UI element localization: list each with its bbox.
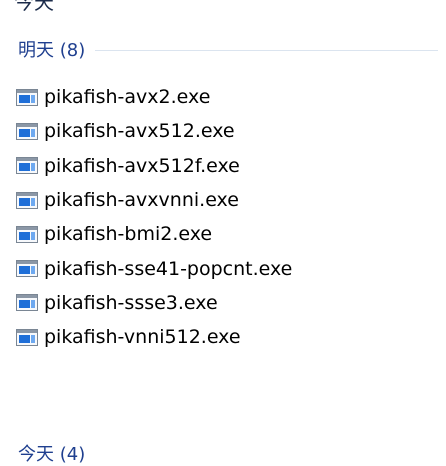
file-item[interactable]: pikafish-avx2.exe bbox=[8, 80, 438, 114]
file-name: pikafish-avxvnni.exe bbox=[44, 189, 239, 212]
exe-icon bbox=[16, 260, 38, 278]
exe-icon bbox=[16, 191, 38, 209]
file-item[interactable]: pikafish-ssse3.exe bbox=[8, 286, 438, 320]
file-name: pikafish-ssse3.exe bbox=[44, 291, 218, 314]
file-name: pikafish-avx512.exe bbox=[44, 120, 235, 143]
file-item[interactable]: pikafish-vnni512.exe bbox=[8, 320, 438, 354]
group-header-next-cut-off[interactable]: 今天 (4) bbox=[18, 440, 85, 466]
exe-icon bbox=[16, 88, 38, 106]
exe-icon bbox=[16, 328, 38, 346]
exe-icon bbox=[16, 157, 38, 175]
exe-icon bbox=[16, 122, 38, 140]
file-name: pikafish-bmi2.exe bbox=[44, 223, 213, 246]
file-name: pikafish-vnni512.exe bbox=[44, 326, 241, 349]
file-name: pikafish-sse41-popcnt.exe bbox=[44, 257, 293, 280]
file-item[interactable]: pikafish-avx512f.exe bbox=[8, 149, 438, 183]
file-name: pikafish-avx512f.exe bbox=[44, 154, 240, 177]
file-item[interactable]: pikafish-bmi2.exe bbox=[8, 217, 438, 251]
group-title: 明天 (8) bbox=[18, 40, 86, 61]
file-item[interactable]: pikafish-sse41-popcnt.exe bbox=[8, 251, 438, 285]
file-name: pikafish-avx2.exe bbox=[44, 86, 211, 109]
file-list: pikafish-avx2.exe pikafish-avx512.exe pi… bbox=[8, 80, 438, 354]
group-divider bbox=[95, 49, 438, 51]
group-header-tomorrow[interactable]: 明天 (8) bbox=[18, 36, 438, 62]
file-item[interactable]: pikafish-avxvnni.exe bbox=[8, 183, 438, 217]
file-item[interactable]: pikafish-avx512.exe bbox=[8, 114, 438, 148]
group-header-previous-cut-off[interactable]: 今天 bbox=[14, 0, 54, 14]
exe-icon bbox=[16, 294, 38, 312]
exe-icon bbox=[16, 225, 38, 243]
